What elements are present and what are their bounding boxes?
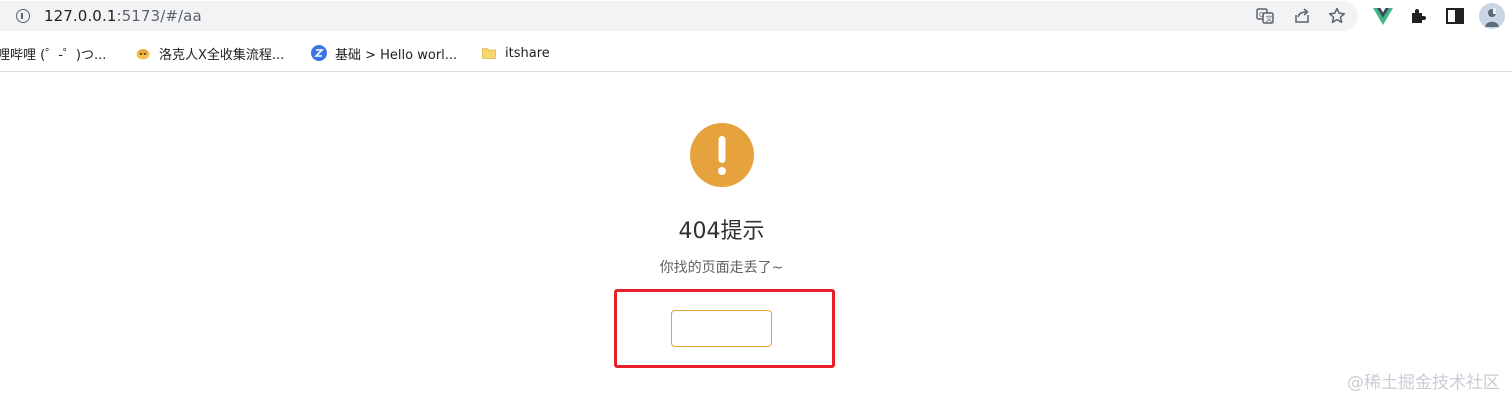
bookmark-label: itshare xyxy=(505,45,550,61)
back-button[interactable] xyxy=(671,310,772,347)
folder-icon xyxy=(482,48,496,59)
page-title: 404提示 xyxy=(678,219,765,244)
bookmarks-bar: 哩哔哩 (゜-゜)つ... 洛克人X全收集流程... 基础 > Hello wo… xyxy=(0,34,1512,72)
warning-icon xyxy=(690,123,754,187)
bird-icon xyxy=(136,49,150,60)
svg-text:文: 文 xyxy=(1266,14,1273,23)
z-icon xyxy=(311,45,327,61)
share-icon[interactable] xyxy=(1292,6,1312,26)
svg-text:G: G xyxy=(1259,11,1264,19)
url-text[interactable]: 127.0.0.1:5173/#/aa xyxy=(44,7,202,25)
bookmark-bilibili[interactable]: 哩哔哩 (゜-゜)つ... xyxy=(0,43,106,63)
page-subtitle: 你找的页面走丢了~ xyxy=(659,260,784,276)
page-content: 404提示 你找的页面走丢了~ @稀土掘金技术社区 xyxy=(0,73,1512,407)
browser-toolbar: 127.0.0.1:5173/#/aa G 文 xyxy=(0,0,1512,34)
watermark: @稀土掘金技术社区 xyxy=(1347,373,1500,393)
side-panel-icon[interactable] xyxy=(1444,5,1466,27)
star-icon[interactable] xyxy=(1327,6,1347,26)
url-host: 127.0.0.1 xyxy=(44,7,117,25)
vue-devtools-icon[interactable] xyxy=(1372,5,1394,27)
extensions-icon[interactable] xyxy=(1408,5,1430,27)
bookmark-label: 洛克人X全收集流程... xyxy=(159,47,285,63)
translate-icon[interactable]: G 文 xyxy=(1255,6,1275,26)
address-bar[interactable]: 127.0.0.1:5173/#/aa G 文 xyxy=(0,1,1358,31)
avatar[interactable] xyxy=(1479,3,1505,29)
bookmark-hello-world[interactable]: 基础 > Hello worl... xyxy=(311,43,457,63)
bookmark-label: 哩哔哩 (゜-゜)つ... xyxy=(0,47,107,63)
info-icon[interactable] xyxy=(16,9,30,23)
bookmark-folder-itshare[interactable]: itshare xyxy=(481,43,550,63)
url-path: :5173/#/aa xyxy=(116,7,202,25)
bookmark-label: 基础 > Hello worl... xyxy=(335,47,458,63)
bookmark-rockman[interactable]: 洛克人X全收集流程... xyxy=(135,43,284,63)
